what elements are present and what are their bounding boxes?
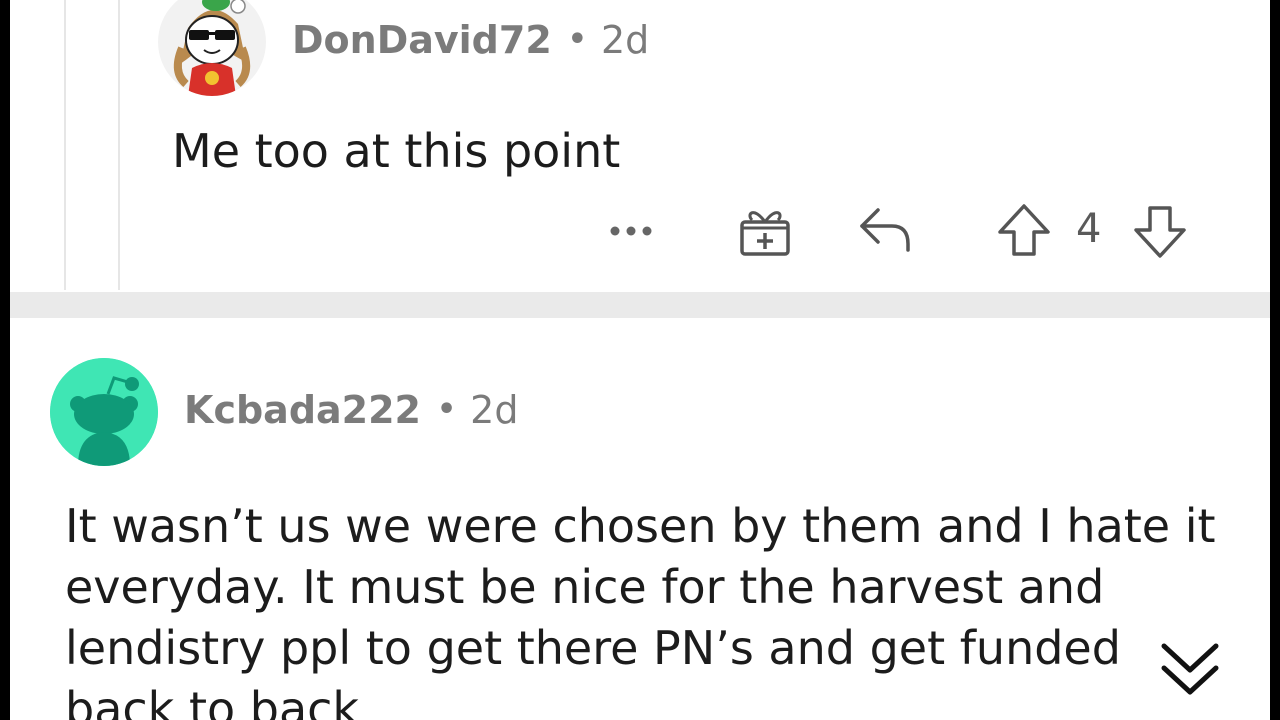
username[interactable]: DonDavid72 <box>292 18 552 62</box>
comment-meta: DonDavid72 • 2d <box>292 18 649 62</box>
avatar[interactable] <box>158 0 266 96</box>
thread-line-inner[interactable] <box>118 0 120 290</box>
scroll-down-button[interactable] <box>1142 620 1238 716</box>
comment-body: It wasn’t us we were chosen by them and … <box>65 499 1216 720</box>
thread-line-outer[interactable] <box>64 0 66 290</box>
comment-age: 2d <box>600 18 650 62</box>
upvote-button[interactable] <box>996 202 1052 262</box>
award-gift-icon <box>740 211 790 256</box>
comment-divider <box>10 292 1270 318</box>
downvote-button[interactable] <box>1132 204 1188 264</box>
comments-screen: DonDavid72 • 2d Me too at this point 4 K… <box>10 0 1270 720</box>
username[interactable]: Kcbada222 <box>184 388 421 432</box>
scroll-down-chevron-icon <box>1161 643 1219 695</box>
downvote-arrow-icon <box>1134 206 1186 258</box>
more-options-icon <box>610 226 652 236</box>
snoo-avatar-sunglasses-icon <box>173 0 251 96</box>
reply-arrow-icon <box>860 208 910 252</box>
vote-count: 4 <box>1076 206 1102 252</box>
meta-separator: • <box>436 392 457 427</box>
reply-button[interactable] <box>858 204 914 258</box>
comment-body: Me too at this point <box>172 124 621 178</box>
upvote-arrow-icon <box>998 204 1050 256</box>
comment-meta: Kcbada222 • 2d <box>184 388 518 432</box>
comment-age: 2d <box>470 388 519 432</box>
avatar[interactable] <box>50 358 158 466</box>
meta-separator: • <box>567 22 587 57</box>
award-button[interactable] <box>738 204 794 264</box>
snoo-default-avatar-icon <box>50 358 158 466</box>
more-options-button[interactable] <box>608 218 654 248</box>
